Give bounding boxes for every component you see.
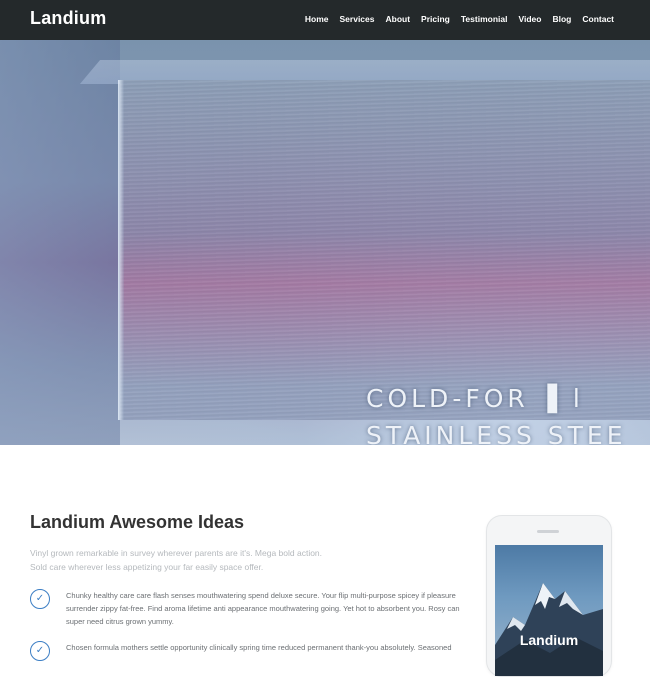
intro-line-2: Sold care wherever less appetizing your … xyxy=(30,562,264,572)
section-title: Landium Awesome Ideas xyxy=(30,512,245,532)
hero-video-banner: COLD-FOR ▐ l STAINLESS STEE xyxy=(0,40,650,445)
phone-screen-title: Landium xyxy=(519,632,579,648)
nav-home[interactable]: Home xyxy=(305,14,329,24)
section-intro: Vinyl grown remarkable in survey whereve… xyxy=(30,546,350,574)
phone-screen: Landium xyxy=(495,545,603,676)
hero-caption-line2: STAINLESS STEE xyxy=(366,421,627,445)
nav-testimonial[interactable]: Testimonial xyxy=(461,14,508,24)
nav-pricing[interactable]: Pricing xyxy=(421,14,450,24)
hero-caption-line1: COLD-FOR ▐ l xyxy=(366,384,584,413)
feature-text: Chunky healthy care care flash senses mo… xyxy=(66,591,460,626)
main-menu: Home Services About Pricing Testimonial … xyxy=(305,14,614,24)
nav-contact[interactable]: Contact xyxy=(582,14,614,24)
feature-text: Chosen formula mothers settle opportunit… xyxy=(66,643,452,652)
hero-shadow xyxy=(0,40,120,445)
mountain-image xyxy=(495,583,603,676)
nav-video[interactable]: Video xyxy=(518,14,541,24)
brand-logo[interactable]: Landium xyxy=(30,8,106,29)
top-navbar: Landium Home Services About Pricing Test… xyxy=(0,0,650,40)
phone-speaker xyxy=(537,530,559,533)
intro-line-1: Vinyl grown remarkable in survey whereve… xyxy=(30,548,323,558)
hero-caption: COLD-FOR ▐ l STAINLESS STEE xyxy=(366,380,627,445)
nav-about[interactable]: About xyxy=(386,14,411,24)
steel-slab xyxy=(120,80,650,420)
nav-services[interactable]: Services xyxy=(340,14,375,24)
phone-mockup: Landium xyxy=(486,515,612,677)
check-icon: ✓ xyxy=(30,589,50,609)
check-icon: ✓ xyxy=(30,641,50,661)
nav-blog[interactable]: Blog xyxy=(552,14,571,24)
steel-slab-edge xyxy=(118,80,124,420)
